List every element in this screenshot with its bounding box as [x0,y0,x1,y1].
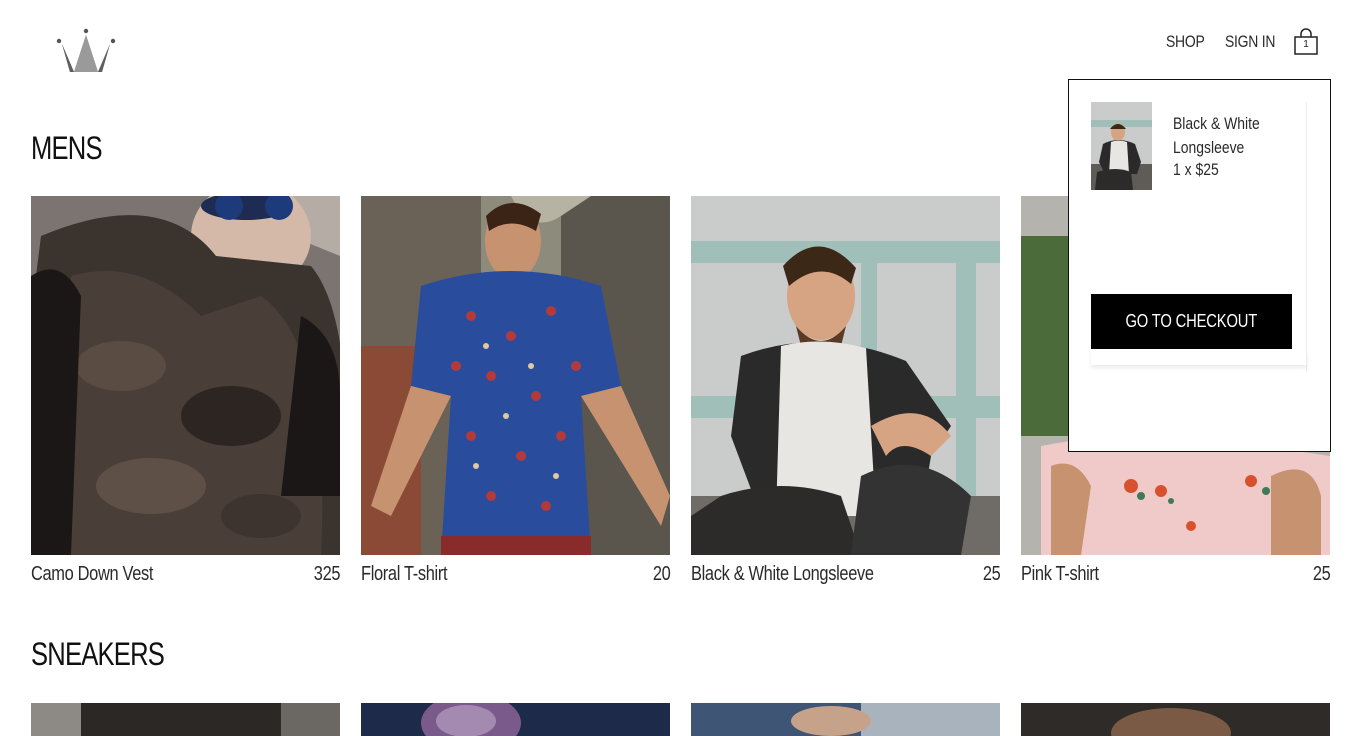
cart-button[interactable]: 1 [1294,28,1318,56]
product-image[interactable] [31,196,340,555]
product-card[interactable]: Black & White Longsleeve 25 [691,196,1000,586]
product-card[interactable] [361,703,670,736]
product-name[interactable]: Black & White Longsleeve [691,563,874,586]
product-card[interactable] [31,703,340,736]
product-price: 20 [652,563,670,585]
nav-signin-link[interactable]: SIGN IN [1225,32,1275,52]
checkout-button-label: GO TO CHECKOUT [1125,311,1258,331]
cart-item-quantity-price: 1 x $25 [1173,160,1219,179]
product-grid-sneakers [31,703,1330,736]
product-name[interactable]: Floral T-shirt [361,563,448,586]
cart-count-badge: 1 [1303,39,1309,50]
cart-item-image [1091,102,1152,190]
product-image[interactable] [361,196,670,555]
product-image[interactable] [691,196,1000,555]
site-header: SHOP SIGN IN 1 [0,0,1366,90]
product-price: 325 [313,563,341,585]
product-meta: Pink T-shirt 25 [1021,563,1330,586]
cart-dropdown: Black & White Longsleeve 1 x $25 GO TO C… [1068,79,1331,452]
product-card[interactable] [1021,703,1330,736]
product-card[interactable]: Floral T-shirt 20 [361,196,670,586]
product-name[interactable]: Camo Down Vest [31,563,153,586]
product-meta: Floral T-shirt 20 [361,563,670,586]
product-meta: Black & White Longsleeve 25 [691,563,1000,586]
nav-shop-link[interactable]: SHOP [1166,32,1205,52]
product-image[interactable] [361,703,670,736]
product-name[interactable]: Pink T-shirt [1021,563,1099,586]
section-title-mens: MENS [31,130,103,166]
crown-icon[interactable] [56,28,116,74]
checkout-button[interactable]: GO TO CHECKOUT [1091,294,1292,349]
product-image[interactable] [1021,703,1330,736]
section-title-sneakers: SNEAKERS [31,636,165,672]
product-card[interactable] [691,703,1000,736]
product-meta: Camo Down Vest 325 [31,563,340,586]
product-image[interactable] [691,703,1000,736]
product-card[interactable]: Camo Down Vest 325 [31,196,340,586]
product-price: 25 [1312,563,1330,585]
cart-items-divider [1091,349,1307,365]
product-image[interactable] [31,703,340,736]
product-price: 25 [982,563,1000,585]
cart-item-name: Black & White Longsleeve [1173,114,1260,157]
main-nav: SHOP SIGN IN 1 [1166,28,1318,56]
